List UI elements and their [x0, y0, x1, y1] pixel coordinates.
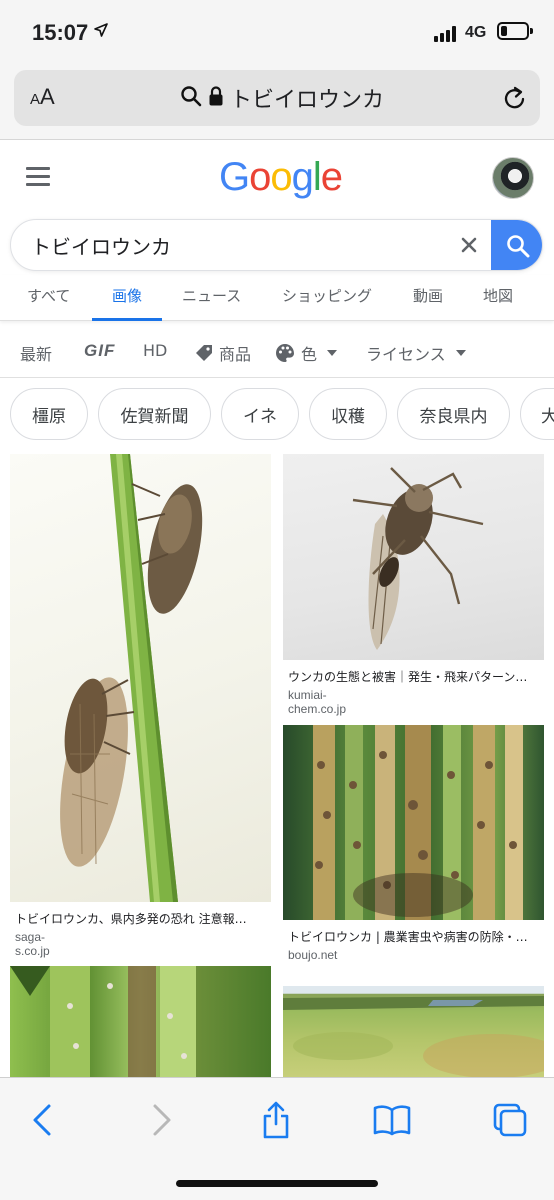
text-size-button[interactable]: AA — [30, 84, 55, 110]
search-tabs: すべて 画像 ニュース ショッピング 動画 地図 — [0, 275, 554, 321]
result-caption: トビイロウンカ、県内多発の恐れ 注意報… — [15, 912, 247, 926]
share-icon[interactable] — [256, 1100, 296, 1140]
back-icon[interactable] — [22, 1100, 62, 1140]
status-time: 15:07 — [32, 20, 89, 45]
tab-images[interactable]: 画像 — [112, 285, 142, 306]
chevron-down-icon — [455, 350, 466, 356]
image-filters: 最新 GIF HD 商品 色 ライセンス — [0, 322, 554, 378]
chip[interactable]: 佐賀新聞 — [98, 388, 211, 440]
chip[interactable]: 橿原 — [10, 388, 88, 440]
google-header: Google — [0, 141, 554, 221]
result-source: boujo.net — [288, 948, 338, 962]
clear-icon[interactable] — [455, 231, 483, 259]
filter-color[interactable]: 色 — [275, 341, 338, 365]
palette-icon — [276, 344, 294, 362]
tabs-icon[interactable] — [490, 1100, 530, 1140]
battery-icon — [497, 22, 533, 40]
rice-stems-image[interactable] — [10, 966, 271, 1077]
search-input[interactable] — [31, 230, 431, 260]
logo-letter: o — [270, 155, 292, 199]
logo-letter: l — [312, 155, 322, 199]
result-source: saga-s.co.jp — [15, 930, 50, 958]
active-tab-indicator — [92, 318, 162, 321]
rice-paddy-field-image[interactable] — [283, 986, 544, 1077]
chip[interactable]: 収穫 — [309, 388, 387, 440]
planthopper-close-up-image[interactable] — [283, 454, 544, 660]
logo-letter: G — [219, 155, 250, 199]
search-icon — [180, 85, 202, 111]
chip[interactable]: 大 — [520, 388, 554, 440]
result-caption: トビイロウンカ | 農業害虫や病害の防除・… — [288, 930, 528, 944]
result-caption: ウンカの生態と被害｜発生・飛来パターン… — [288, 670, 528, 684]
tab-news[interactable]: ニュース — [182, 285, 241, 306]
chip[interactable]: 奈良県内 — [397, 388, 510, 440]
google-logo[interactable]: Google — [219, 155, 343, 200]
logo-letter: g — [291, 155, 314, 199]
network-label: 4G — [465, 24, 487, 41]
planthopper-on-stem-image[interactable] — [10, 454, 271, 902]
tab-videos[interactable]: 動画 — [413, 285, 443, 306]
address-bar[interactable]: AA トビイロウンカ — [14, 70, 540, 126]
tag-icon — [196, 345, 212, 361]
logo-letter: e — [320, 155, 343, 199]
filter-gif[interactable]: GIF — [84, 341, 115, 361]
status-bar: 15:07 4G — [0, 0, 554, 64]
search-button[interactable] — [491, 220, 542, 270]
lock-icon — [208, 85, 224, 111]
result-source: kumiai-chem.co.jp — [288, 688, 347, 716]
search-box — [10, 219, 543, 271]
safari-address-area: AA トビイロウンカ — [0, 64, 554, 140]
avatar[interactable] — [492, 157, 534, 199]
reload-icon[interactable] — [502, 84, 528, 116]
filter-hd[interactable]: HD — [143, 341, 167, 360]
chevron-down-icon — [327, 350, 338, 356]
infested-rice-stems-image[interactable] — [283, 725, 544, 920]
home-indicator — [176, 1180, 378, 1187]
url-text: トビイロウンカ — [230, 88, 385, 113]
search-icon — [507, 235, 530, 258]
filter-license-label: ライセンス — [366, 345, 446, 364]
tab-maps[interactable]: 地図 — [483, 285, 513, 306]
filter-products-label: 商品 — [219, 345, 252, 364]
filter-license[interactable]: ライセンス — [366, 341, 466, 365]
chip[interactable]: イネ — [221, 388, 299, 440]
signal-icon — [434, 26, 460, 42]
filter-latest[interactable]: 最新 — [20, 341, 52, 365]
related-chips: 橿原 佐賀新聞 イネ 収穫 奈良県内 大 — [0, 388, 554, 442]
menu-icon[interactable] — [26, 167, 50, 187]
tab-all[interactable]: すべて — [27, 285, 70, 306]
filter-products[interactable]: 商品 — [195, 341, 251, 365]
address-field[interactable]: トビイロウンカ — [180, 82, 384, 114]
location-arrow-icon — [94, 22, 108, 41]
filter-color-label: 色 — [301, 345, 318, 364]
logo-letter: o — [249, 155, 271, 199]
tab-shopping[interactable]: ショッピング — [282, 285, 372, 306]
bookmarks-icon[interactable] — [372, 1100, 412, 1140]
forward-icon[interactable] — [142, 1100, 182, 1140]
